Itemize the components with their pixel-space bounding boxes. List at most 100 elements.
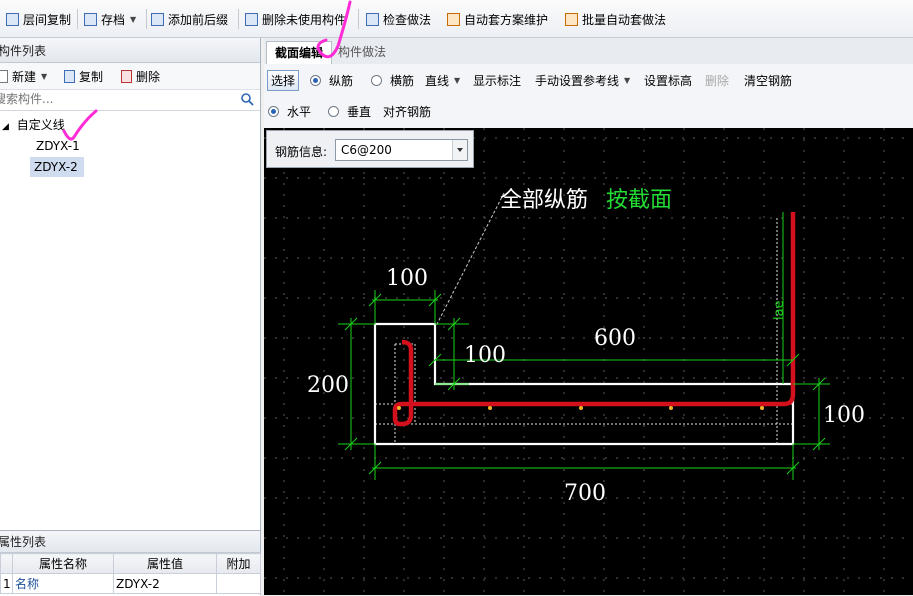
show-dim-button[interactable]: 显示标注 [473,71,521,89]
dim-flange-length: 600 [594,326,636,351]
rebar-point[interactable] [579,406,583,410]
radio-label: 垂直 [347,104,372,119]
delete-rebar-button[interactable]: 删除 [705,71,729,89]
property-list-panel: 属性列表 属性名称 属性值 附加 1 名称 ZDYX-2 [0,530,261,596]
annotation-leader-line [435,192,505,327]
line-dropdown[interactable]: 直线 ▼ [425,71,460,89]
toolbar-divider [238,9,239,29]
archive-button[interactable]: 存档 ▼ [84,10,136,28]
add-prefix-button[interactable]: 添加前后缀 [151,10,228,28]
table-row[interactable]: 1 名称 ZDYX-2 [0,573,261,594]
radio-label: 横筋 [390,73,415,88]
dim-total-height: 200 [307,373,349,398]
add-prefix-icon [151,12,164,26]
chevron-down-icon[interactable] [452,140,467,160]
tree-item-label: ZDYX-2 [34,160,78,174]
radio-transverse[interactable]: 横筋 [371,71,414,89]
copy-floors-button[interactable]: 层间复制 [6,10,71,28]
check-method-icon [366,12,379,26]
delete-rebar-label: 删除 [705,73,730,88]
dim-bottom-thickness: 100 [823,403,865,428]
new-file-icon [0,69,8,83]
batch-auto-button[interactable]: 批量自动套做法 [565,10,666,28]
delete-component-button[interactable]: 删除 [121,67,160,85]
set-elev-label: 设置标高 [644,73,693,88]
align-rebar-label: 对齐钢筋 [383,104,432,119]
collapse-triangle-icon[interactable]: ◢ [2,122,9,132]
component-search-box [0,90,260,111]
copy-component-button[interactable]: 复制 [64,67,103,85]
section-edit-toolbar: 选择 纵筋 横筋 直线 ▼ 显示标注 手动设置参考线 ▼ 设置标高 删除 清空钢… [264,64,913,128]
radio-empty-icon [328,105,339,117]
radio-selected-icon [268,105,279,117]
rebar-info-box: 钢筋信息: C6@200 [266,130,474,168]
chevron-down-icon: ▼ [41,71,48,81]
property-list-header: 属性列表 [0,531,260,553]
toolbar-divider [146,9,147,29]
batch-auto-label: 批量自动套做法 [582,12,667,27]
radio-vertical[interactable]: 垂直 [328,102,371,120]
dim-top-width: 100 [386,266,428,291]
grid-dots [264,128,913,595]
delete-icon [121,69,132,83]
rebar-point[interactable] [488,406,492,410]
property-table-header: 属性名称 属性值 附加 [0,553,261,574]
rebar-point[interactable] [760,406,764,410]
hand-annotation-mark [62,109,98,141]
rebar-point[interactable] [397,406,401,410]
tree-node-root[interactable]: ◢ 自定义线 [2,115,65,135]
hand-annotation-arrow [316,0,352,59]
main-toolbar: 层间复制 存档 ▼ 添加前后缀 删除未使用构件 检查做法 自动套方案维护 批量自… [0,0,913,38]
check-method-button[interactable]: 检查做法 [366,10,431,28]
property-table: 属性名称 属性值 附加 1 名称 ZDYX-2 [0,553,261,594]
radio-selected-icon [310,74,321,86]
clear-rebar-button[interactable]: 清空钢筋 [744,71,792,89]
property-list-title: 属性列表 [0,535,47,549]
tree-item-zdyx-2[interactable]: ZDYX-2 [30,157,84,177]
rebar-info-select[interactable]: C6@200 [335,139,468,161]
manual-ref-label: 手动设置参考线 [535,73,620,88]
component-list-header: 构件列表 [0,38,260,63]
column-header-name: 属性名称 [12,553,114,574]
check-method-label: 检查做法 [383,12,432,27]
column-header-extra: 附加 [216,553,261,574]
select-label: 选择 [267,69,300,91]
tree-root-label: 自定义线 [16,118,65,132]
component-list-title: 构件列表 [0,43,47,58]
rebar-point[interactable] [669,406,673,410]
column-header-value: 属性值 [113,553,217,574]
search-icon[interactable] [241,93,254,106]
chevron-down-icon: ▼ [130,14,137,24]
add-prefix-label: 添加前后缀 [168,12,229,27]
copy-icon [64,69,75,83]
rebar-info-label: 钢筋信息: [275,145,328,159]
component-toolbar: 新建 ▼ 复制 删除 [0,63,260,90]
copy-label: 复制 [79,69,104,84]
annotation-all-longitudinal: 全部纵筋 [500,188,588,213]
column-header-index [0,553,13,574]
manual-ref-dropdown[interactable]: 手动设置参考线 ▼ [535,71,630,89]
select-tool-button[interactable]: 选择 [267,69,300,91]
component-list-panel: 构件列表 新建 ▼ 复制 删除 ◢ 自定义线 ZDYX-1 [0,38,261,595]
component-search-input[interactable] [0,90,229,108]
radio-horizontal[interactable]: 水平 [268,102,311,120]
line-label: 直线 [425,73,450,88]
set-elevation-button[interactable]: 设置标高 [644,71,692,89]
property-value-cell[interactable]: ZDYX-2 [113,573,217,594]
show-dim-label: 显示标注 [473,73,522,88]
drawing-canvas[interactable]: 全部纵筋 按截面 lae 100 100 600 200 100 700 [264,128,913,595]
longitudinal-rebar[interactable] [392,212,796,427]
toolbar-divider [77,9,78,29]
copy-floors-icon [6,12,19,26]
align-rebar-button[interactable]: 对齐钢筋 [383,102,431,120]
radio-label: 水平 [287,104,312,119]
component-tree: ◢ 自定义线 ZDYX-1 ZDYX-2 [0,109,260,551]
radio-longitudinal[interactable]: 纵筋 [310,71,353,89]
row-index: 1 [0,573,13,594]
chevron-down-icon: ▼ [454,75,461,85]
rebar-points [397,406,764,410]
section-drawing[interactable]: 全部纵筋 按截面 lae 100 100 600 200 100 700 [264,128,913,595]
new-component-button[interactable]: 新建 ▼ [0,67,47,85]
property-extra-cell[interactable] [216,573,261,594]
auto-scheme-button[interactable]: 自动套方案维护 [447,10,548,28]
